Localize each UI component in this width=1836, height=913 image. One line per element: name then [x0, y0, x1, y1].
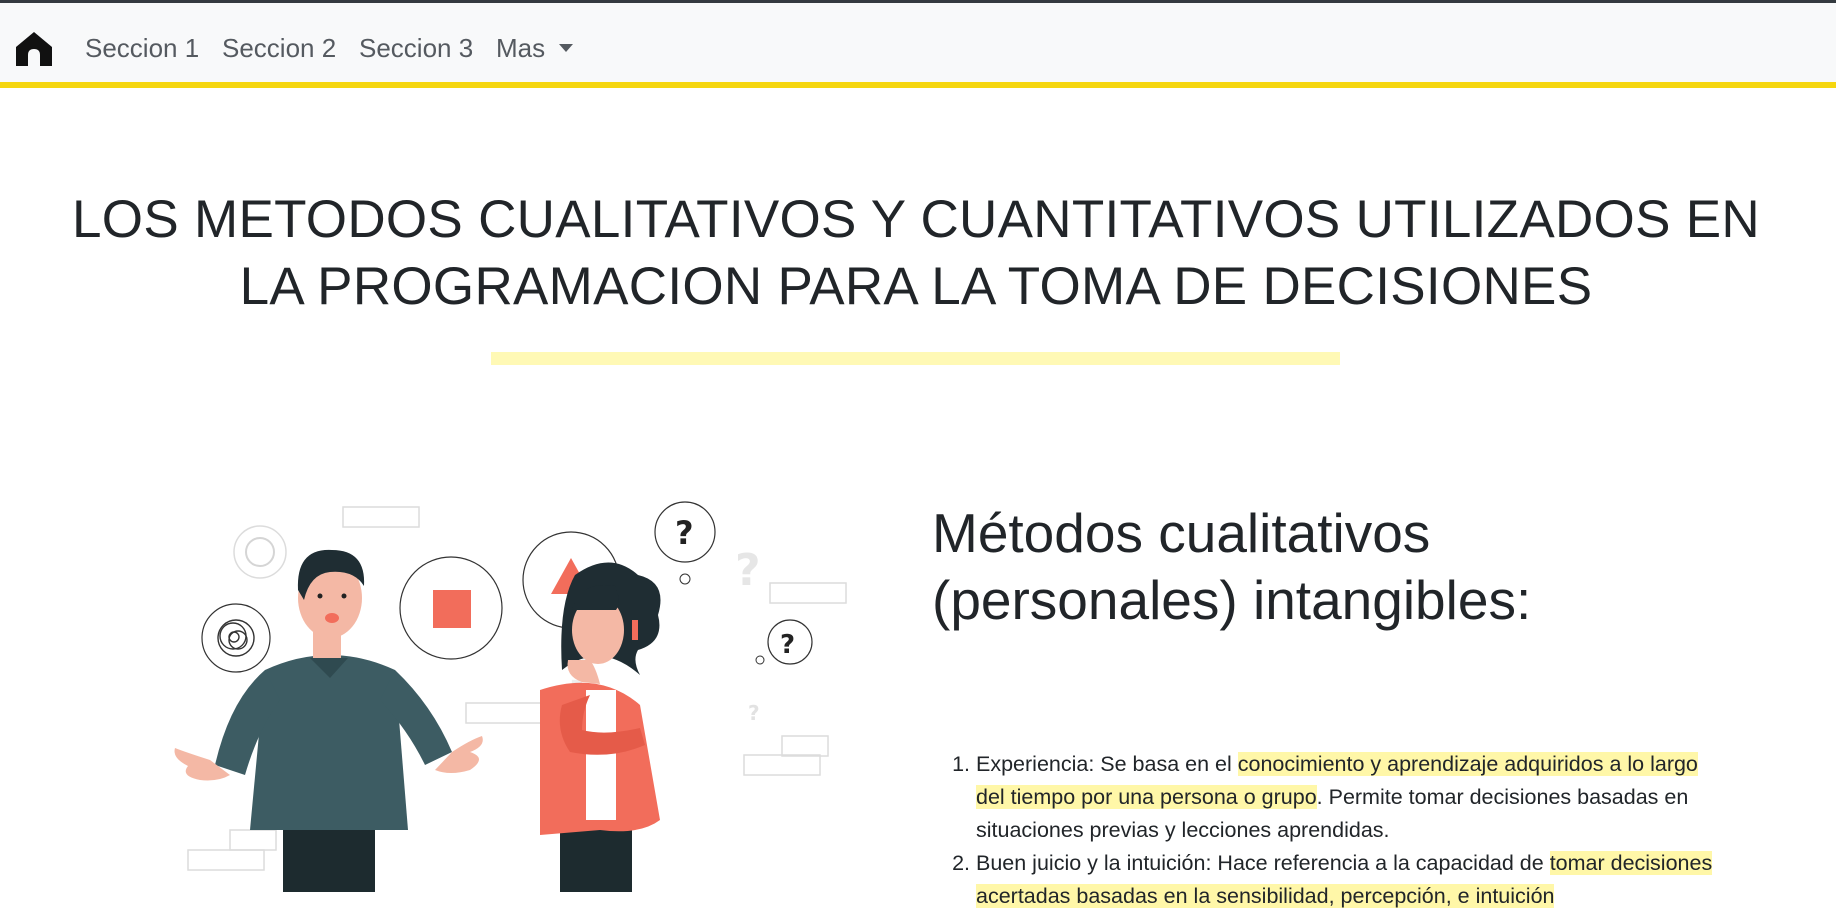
item-text: Buen juicio y la intuición: Hace referen…	[976, 851, 1550, 875]
nav-link-seccion-1[interactable]: Seccion 1	[85, 33, 199, 64]
nav-dropdown-mas[interactable]: Mas	[496, 33, 574, 64]
page-title: LOS METODOS CUALITATIVOS Y CUANTITATIVOS…	[60, 186, 1772, 320]
navbar: Seccion 1 Seccion 2 Seccion 3 Mas	[0, 3, 1836, 88]
nav-link-seccion-2[interactable]: Seccion 2	[222, 33, 336, 64]
page-title-line2: LA PROGRAMACION PARA LA TOMA DE DECISION…	[239, 257, 1593, 316]
page-title-line1: LOS METODOS CUALITATIVOS Y CUANTITATIVOS…	[72, 190, 1760, 249]
methods-list: Experiencia: Se basa en el conocimiento …	[932, 748, 1716, 913]
title-underline	[491, 352, 1340, 365]
svg-text:?: ?	[748, 701, 760, 725]
section-heading: Métodos cualitativos (personales) intang…	[932, 500, 1692, 634]
list-item: Experiencia: Se basa en el conocimiento …	[976, 748, 1716, 847]
item-text: Experiencia: Se basa en el	[976, 752, 1238, 776]
list-item: Buen juicio y la intuición: Hace referen…	[976, 847, 1716, 913]
section-heading-line2: (personales) intangibles:	[932, 569, 1532, 631]
svg-text:?: ?	[675, 514, 694, 552]
section-heading-line1: Métodos cualitativos	[932, 502, 1431, 564]
caret-down-icon	[559, 44, 574, 52]
svg-text:?: ?	[735, 545, 761, 596]
home-icon[interactable]	[14, 29, 54, 69]
two-people-thinking-illustration: ? ? ? ? ?	[174, 501, 847, 892]
nav-dropdown-label: Mas	[496, 33, 546, 63]
nav-link-seccion-3[interactable]: Seccion 3	[359, 33, 473, 64]
svg-text:?: ?	[780, 630, 795, 660]
